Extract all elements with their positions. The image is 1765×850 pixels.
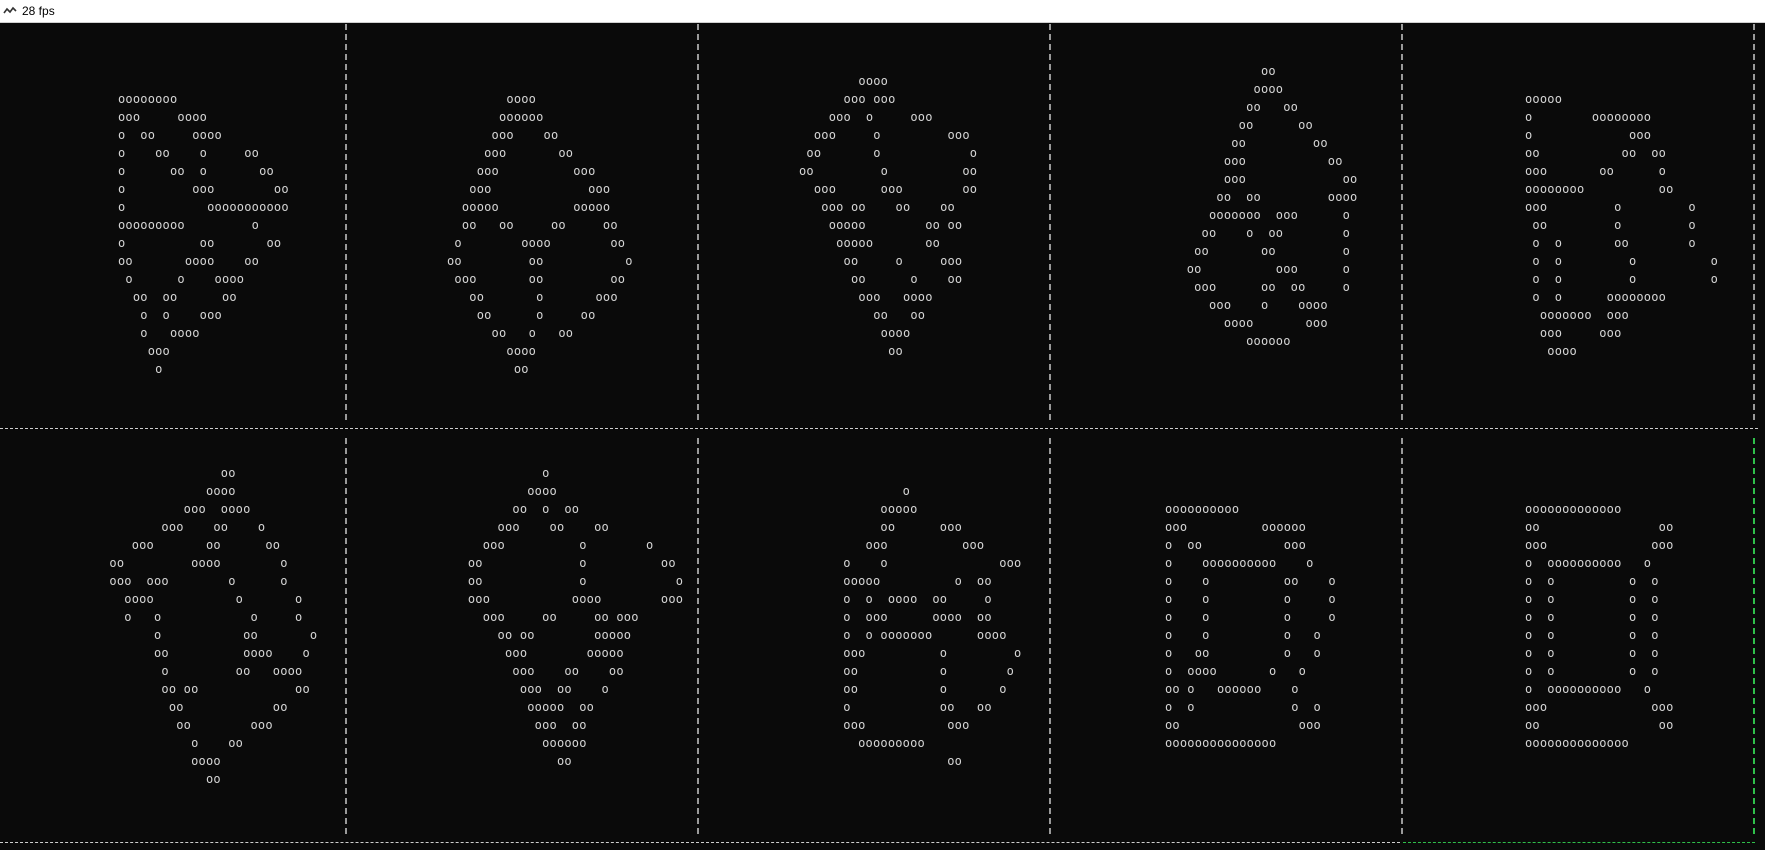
ascii-frame: oooooooo ooo oooo o oo oooo o oo o oo o …: [118, 92, 289, 376]
column-separator: [697, 438, 699, 834]
ascii-frame: oo oooo oo oo oo oo oo oo ooo oo ooo oo …: [1186, 64, 1358, 348]
ascii-frame: ooooo o oooooooo o ooo oo oo oo ooo oo o…: [1525, 92, 1719, 358]
ascii-frame: oo oooo ooo oooo ooo oo o ooo oo oo oo o…: [109, 466, 318, 786]
column-separator: [1753, 24, 1755, 420]
frame-cell: ooooo o oooooooo o ooo oo oo oo ooo oo o…: [1405, 22, 1751, 426]
column-separator: [1049, 438, 1051, 834]
frame-cell: o oooo oo o oo ooo oo oo ooo o o oo o oo…: [349, 432, 695, 836]
bottom-separator: [0, 842, 1400, 843]
frame-cell: oooo oooooo ooo oo ooo oo ooo ooo ooo oo…: [349, 22, 695, 426]
column-separator: [345, 438, 347, 834]
column-separator: [345, 24, 347, 420]
frame-cell: oooo ooo ooo ooo o ooo ooo o ooo oo o o …: [701, 22, 1047, 426]
row-separator: [0, 428, 1758, 429]
ascii-frame: o oooo oo o oo ooo oo oo ooo o o oo o oo…: [467, 466, 684, 768]
fps-counter: 28 fps: [22, 4, 55, 18]
ascii-frame: oooooooooo ooo oooooo o oo ooo o ooooooo…: [1165, 502, 1336, 750]
focused-column-edge: [1753, 438, 1755, 834]
title-bar: 28 fps: [0, 0, 1765, 23]
ascii-frame: oooo oooooo ooo oo ooo oo ooo ooo ooo oo…: [447, 92, 633, 376]
column-separator: [1401, 24, 1403, 420]
render-stage: oooooooo ooo oooo o oo oooo o oo o oo o …: [0, 22, 1765, 850]
frame-cell: oo oooo ooo oooo ooo oo o ooo oo oo oo o…: [0, 432, 343, 836]
frame-cell: ooooooooooooo oo oo ooo ooo o oooooooooo…: [1405, 432, 1751, 836]
frame-cell: o ooooo oo ooo ooo ooo o o ooo ooooo o o…: [701, 432, 1047, 836]
ascii-frame: oooo ooo ooo ooo o ooo ooo o ooo oo o o …: [799, 74, 978, 358]
frame-cell: oo oooo oo oo oo oo oo oo ooo oo ooo oo …: [1053, 22, 1399, 426]
focused-bottom-edge: [1403, 842, 1755, 843]
column-separator: [697, 24, 699, 420]
column-separator: [1049, 24, 1051, 420]
app-icon: [3, 6, 17, 14]
ascii-frame: o ooooo oo ooo ooo ooo o o ooo ooooo o o…: [843, 484, 1022, 768]
column-separator: [1401, 438, 1403, 834]
ascii-frame: ooooooooooooo oo oo ooo ooo o oooooooooo…: [1525, 502, 1674, 750]
frame-cell: oooooooooo ooo oooooo o oo ooo o ooooooo…: [1053, 432, 1399, 836]
frame-cell: oooooooo ooo oooo o oo oooo o oo o oo o …: [0, 22, 343, 426]
